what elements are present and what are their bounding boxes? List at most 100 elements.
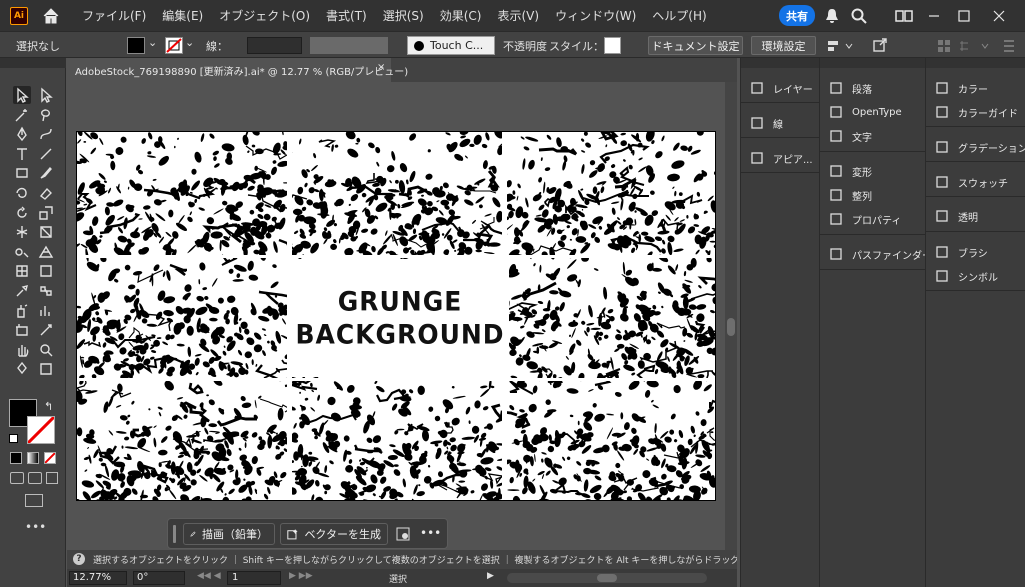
recolor-icon[interactable] (396, 527, 410, 541)
swap-fill-stroke-icon[interactable]: ↰ (44, 400, 53, 413)
panel-tab[interactable]: 段落 (828, 80, 872, 96)
menu-item[interactable]: ファイル(F) (74, 7, 154, 24)
eyedropper-tool-icon[interactable] (13, 282, 31, 300)
menu-item[interactable]: ヘルプ(H) (644, 7, 714, 24)
close-window-icon[interactable] (990, 7, 1008, 25)
draw-behind-icon[interactable] (28, 472, 42, 484)
generate-vector-button[interactable]: ベクターを生成 (280, 523, 388, 545)
artboard-nav-prev-icon[interactable]: ◀◀ ◀ (197, 571, 221, 581)
draw-inside-icon[interactable] (46, 472, 58, 484)
free-transform-tool-icon[interactable] (37, 223, 55, 241)
scroll-thumb[interactable] (727, 318, 735, 336)
panel-tab[interactable]: 整列 (828, 187, 872, 203)
menu-item[interactable]: 効果(C) (432, 7, 490, 24)
panel-tab[interactable]: カラー (934, 80, 988, 96)
toolbar-extra-icon[interactable] (37, 360, 55, 378)
type-tool-icon[interactable] (13, 145, 31, 163)
symbol-sprayer-tool-icon[interactable] (13, 302, 31, 320)
panel-tab[interactable]: レイヤー (749, 80, 813, 96)
menu-item[interactable]: 表示(V) (489, 7, 547, 24)
horizontal-scroll-thumb[interactable] (597, 574, 617, 582)
panel-tab[interactable]: 変形 (828, 163, 872, 179)
selection-tool-icon[interactable] (13, 86, 31, 104)
variable-width-profile[interactable] (310, 37, 388, 54)
gradient-mode-icon[interactable] (27, 452, 39, 464)
horizontal-scrollbar[interactable] (507, 573, 707, 583)
preferences-button[interactable]: 環境設定 (751, 36, 816, 55)
pen-tool-icon[interactable] (13, 125, 31, 143)
zoom-tool-icon[interactable] (37, 341, 55, 359)
panel-tab[interactable]: グラデーション (934, 139, 1025, 155)
panel-tab[interactable]: パスファインダー (828, 246, 932, 262)
panel-tab[interactable]: アピア... (749, 150, 813, 166)
panel-tab[interactable]: 透明 (934, 208, 978, 224)
more-options-icon[interactable]: ••• (420, 526, 441, 540)
column-graph-tool-icon[interactable] (37, 302, 55, 320)
minimize-icon[interactable] (925, 7, 943, 25)
screen-mode-icon[interactable] (25, 494, 43, 507)
hand-tool-icon[interactable] (13, 341, 31, 359)
stroke-weight-input[interactable] (247, 37, 302, 54)
blend-tool-icon[interactable] (37, 282, 55, 300)
direct-selection-tool-icon[interactable] (37, 86, 55, 104)
rotate-view-field[interactable]: 0° (133, 571, 185, 585)
slice-tool-icon[interactable] (37, 321, 55, 339)
color-mode-icon[interactable] (10, 452, 22, 464)
document-setup-button[interactable]: ドキュメント設定 (648, 36, 743, 55)
artboard-nav-next-icon[interactable]: ▶ ▶▶ (289, 571, 313, 581)
line-tool-icon[interactable] (37, 145, 55, 163)
document-tab[interactable]: AdobeStock_769198890 [更新済み].ai* @ 12.77 … (67, 58, 408, 82)
menu-item[interactable]: 編集(E) (154, 7, 211, 24)
panel-tab[interactable]: カラーガイド (934, 104, 1018, 120)
notification-icon[interactable] (823, 7, 841, 25)
paintbrush-tool-icon[interactable] (37, 164, 55, 182)
gradient-tool-icon[interactable] (37, 262, 55, 280)
width-tool-icon[interactable] (13, 223, 31, 241)
zoom-field[interactable]: 12.77% (69, 571, 127, 585)
panel-tab[interactable]: プロパティ (828, 211, 901, 227)
chevron-down-icon[interactable]: ⌄ (185, 36, 194, 49)
scale-tool-icon[interactable] (37, 204, 55, 222)
artboard-tool-icon[interactable] (13, 321, 31, 339)
align-icon[interactable] (826, 38, 854, 54)
menu-item[interactable]: オブジェクト(O) (211, 7, 318, 24)
rotate-tool-icon[interactable] (13, 204, 31, 222)
shape-builder-tool-icon[interactable] (13, 243, 31, 261)
panel-tab[interactable]: 文字 (828, 128, 872, 144)
mesh-tool-icon[interactable] (13, 262, 31, 280)
chevron-down-icon[interactable]: ⌄ (148, 36, 157, 49)
menu-item[interactable]: 書式(T) (318, 7, 375, 24)
rectangle-tool-icon[interactable] (13, 164, 31, 182)
brush-definition-dropdown[interactable]: Touch C... (407, 36, 495, 55)
vertical-scrollbar[interactable] (725, 82, 737, 569)
panel-tab[interactable]: シンボル (934, 268, 998, 284)
menu-item[interactable]: 選択(S) (375, 7, 432, 24)
workspace-icon[interactable] (895, 7, 913, 25)
stroke-color-box[interactable] (26, 415, 56, 445)
artboard[interactable]: GRUNGE BACKGROUND (76, 131, 716, 501)
panel-tab[interactable]: 線 (749, 115, 783, 131)
curvature-tool-icon[interactable] (37, 125, 55, 143)
share-button[interactable]: 共有 (779, 5, 815, 26)
graphic-style-swatch[interactable] (604, 37, 621, 54)
stroke-swatch[interactable] (165, 37, 183, 54)
panel-tab[interactable]: ブラシ (934, 244, 988, 260)
lasso-tool-icon[interactable] (37, 106, 55, 124)
opacity-label[interactable]: 不透明度 (503, 38, 547, 54)
search-icon[interactable] (850, 7, 868, 25)
arrange-icons[interactable] (936, 38, 1016, 54)
menu-item[interactable]: ウィンドウ(W) (547, 7, 644, 24)
home-icon[interactable] (42, 7, 60, 25)
restore-icon[interactable] (955, 7, 973, 25)
puppet-warp-tool-icon[interactable] (13, 360, 31, 378)
draw-mode-icon[interactable] (10, 472, 24, 484)
edit-toolbar-icon[interactable]: ••• (25, 520, 46, 534)
fill-swatch[interactable] (127, 37, 145, 54)
eraser-tool-icon[interactable] (37, 184, 55, 202)
draw-pencil-button[interactable]: 描画（鉛筆） (183, 523, 275, 545)
default-colors-icon[interactable] (9, 434, 18, 443)
shaper-tool-icon[interactable] (13, 184, 31, 202)
none-mode-icon[interactable] (44, 452, 56, 464)
quick-export-icon[interactable] (872, 37, 888, 53)
panel-tab[interactable]: スウォッチ (934, 174, 1008, 190)
